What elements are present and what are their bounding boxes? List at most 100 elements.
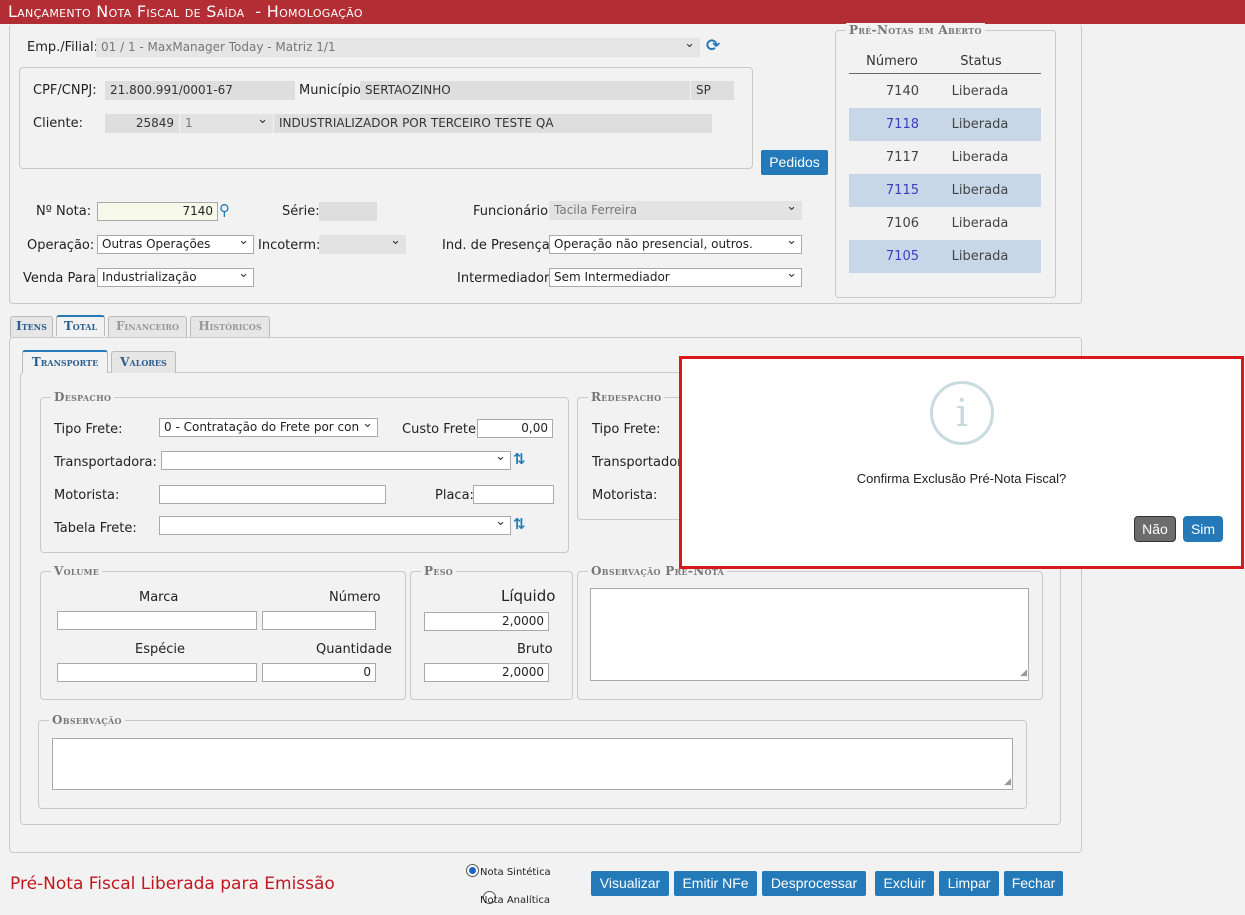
tab-financeiro[interactable]: Financeiro (108, 316, 187, 337)
cliente-code-field: 25849 (105, 114, 179, 133)
venda-para-label: Venda Para: (23, 271, 101, 286)
numero-field[interactable] (262, 611, 376, 630)
custo-frete-label: Custo Frete: (402, 422, 481, 437)
cpf-label: CPF/CNPJ: (33, 83, 97, 98)
intermediador-select[interactable]: Sem Intermediador (549, 268, 802, 287)
cell-numero: 7117 (885, 150, 919, 165)
table-row[interactable]: 7105 Liberada (849, 240, 1041, 273)
incoterm-label: Incoterm: (258, 238, 321, 253)
nao-button[interactable]: Não (1134, 516, 1176, 542)
table-row[interactable]: 7140 Liberada (849, 75, 1041, 108)
fechar-button[interactable]: Fechar (1004, 871, 1063, 896)
pre-notas-legend: Pré-Notas em Aberto (846, 23, 985, 37)
cliente-seq-select[interactable]: 1 (180, 114, 273, 133)
environment-label: - Homologação (255, 2, 363, 21)
marca-field[interactable] (57, 611, 257, 630)
tab-total[interactable]: Total (56, 315, 105, 336)
operacao-label: Operação: (27, 238, 95, 253)
emitir-nfe-button[interactable]: Emitir NFe (674, 871, 757, 896)
tipo-frete-label: Tipo Frete: (54, 422, 123, 437)
volume-legend: Volume (51, 564, 103, 578)
obs-prenota-textarea[interactable] (590, 588, 1029, 681)
especie-label: Espécie (135, 642, 185, 657)
observacao-textarea[interactable] (52, 738, 1013, 790)
excluir-button[interactable]: Excluir (875, 871, 934, 896)
nota-number-label: Nº Nota: (36, 204, 92, 219)
cell-status: Liberada (951, 249, 1009, 264)
funcionario-label: Funcionário: (473, 204, 553, 219)
cell-status: Liberada (951, 150, 1009, 165)
cell-status: Liberada (951, 183, 1009, 198)
peso-legend: Peso (421, 564, 457, 578)
refresh-transportadora-icon[interactable]: ⇅ (513, 451, 526, 468)
pre-notas-grid: 7140 Liberada 7118 Liberada 7117 Liberad… (849, 75, 1041, 273)
tab-historicos[interactable]: Históricos (190, 316, 270, 337)
redespacho-tipo-frete-label: Tipo Frete: (592, 422, 661, 437)
especie-field[interactable] (57, 663, 257, 682)
page-title: Lançamento Nota Fiscal de Saída (8, 2, 245, 21)
refresh-icon[interactable]: ⟳ (706, 38, 720, 55)
confirm-dialog: i Confirma Exclusão Pré-Nota Fiscal? Não… (679, 356, 1244, 569)
nota-number-field[interactable]: 7140 (97, 202, 218, 221)
table-row[interactable]: 7118 Liberada (849, 108, 1041, 141)
subtab-valores[interactable]: Valores (111, 351, 176, 373)
tipo-frete-select[interactable]: 0 - Contratação do Frete por con (159, 418, 378, 437)
radio-nota-sintetica-label: Nota Sintética (480, 867, 551, 878)
emp-filial-label: Emp./Filial: (27, 40, 98, 55)
redespacho-legend: Redespacho (588, 390, 665, 404)
table-row[interactable]: 7117 Liberada (849, 141, 1041, 174)
info-icon: i (930, 381, 994, 445)
custo-frete-field[interactable]: 0,00 (477, 419, 553, 438)
operacao-select[interactable]: Outras Operações (97, 235, 254, 254)
liquido-label: Líquido (501, 587, 556, 605)
cliente-name-field: INDUSTRIALIZADOR POR TERCEIRO TESTE QA (274, 114, 712, 133)
observacao-legend: Observação (49, 713, 125, 727)
cell-numero: 7118 (885, 117, 919, 132)
subtab-transporte[interactable]: Transporte (22, 350, 108, 373)
col-header-status[interactable]: Status (921, 54, 1041, 69)
cell-numero: 7140 (885, 84, 919, 99)
serie-field (319, 202, 377, 221)
table-row[interactable]: 7115 Liberada (849, 174, 1041, 207)
tabela-frete-select[interactable] (159, 516, 511, 535)
quantidade-field[interactable]: 0 (262, 663, 376, 682)
emp-filial-select[interactable]: 01 / 1 - MaxManager Today - Matriz 1/1 (96, 38, 700, 57)
refresh-tabela-icon[interactable]: ⇅ (513, 516, 526, 533)
motorista-field[interactable] (159, 485, 386, 504)
motorista-label: Motorista: (54, 488, 120, 503)
placa-label: Placa: (435, 488, 474, 503)
marca-label: Marca (139, 590, 179, 605)
cell-status: Liberada (951, 117, 1009, 132)
desprocessar-button[interactable]: Desprocessar (762, 871, 866, 896)
serie-label: Série: (282, 204, 320, 219)
placa-field[interactable] (473, 485, 554, 504)
pedidos-button[interactable]: Pedidos (761, 150, 828, 175)
liquido-field[interactable]: 2,0000 (424, 612, 549, 631)
tab-itens[interactable]: Itens (10, 316, 53, 337)
funcionario-select[interactable]: Tacila Ferreira (549, 201, 802, 220)
transportadora-select[interactable] (161, 451, 511, 470)
cell-status: Liberada (951, 216, 1009, 231)
radio-nota-analitica-label: Nota Analítica (480, 895, 551, 906)
limpar-button[interactable]: Limpar (939, 871, 999, 896)
redespacho-motorista-label: Motorista: (592, 488, 658, 503)
cell-numero: 7105 (885, 249, 919, 264)
dialog-message: Confirma Exclusão Pré-Nota Fiscal? (856, 471, 1067, 486)
transportadora-label: Transportadora: (54, 455, 157, 470)
grid-header-divider (849, 73, 1041, 74)
status-message: Pré-Nota Fiscal Liberada para Emissão (10, 874, 335, 894)
window-title-bar: Lançamento Nota Fiscal de Saída - Homolo… (0, 0, 1245, 24)
incoterm-select[interactable] (319, 235, 406, 254)
bruto-field[interactable]: 2,0000 (424, 663, 549, 682)
visualizar-button[interactable]: Visualizar (591, 871, 669, 896)
radio-nota-sintetica[interactable] (466, 864, 479, 877)
presenca-select[interactable]: Operação não presencial, outros. (549, 235, 802, 254)
venda-para-select[interactable]: Industrialização (97, 268, 254, 287)
search-icon[interactable]: ⚲ (219, 201, 230, 219)
sim-button[interactable]: Sim (1183, 516, 1223, 542)
quantidade-label: Quantidade (316, 642, 392, 657)
intermediador-label: Intermediador: (457, 271, 554, 286)
cell-numero: 7106 (885, 216, 919, 231)
numero-label: Número (329, 590, 381, 605)
table-row[interactable]: 7106 Liberada (849, 207, 1041, 240)
